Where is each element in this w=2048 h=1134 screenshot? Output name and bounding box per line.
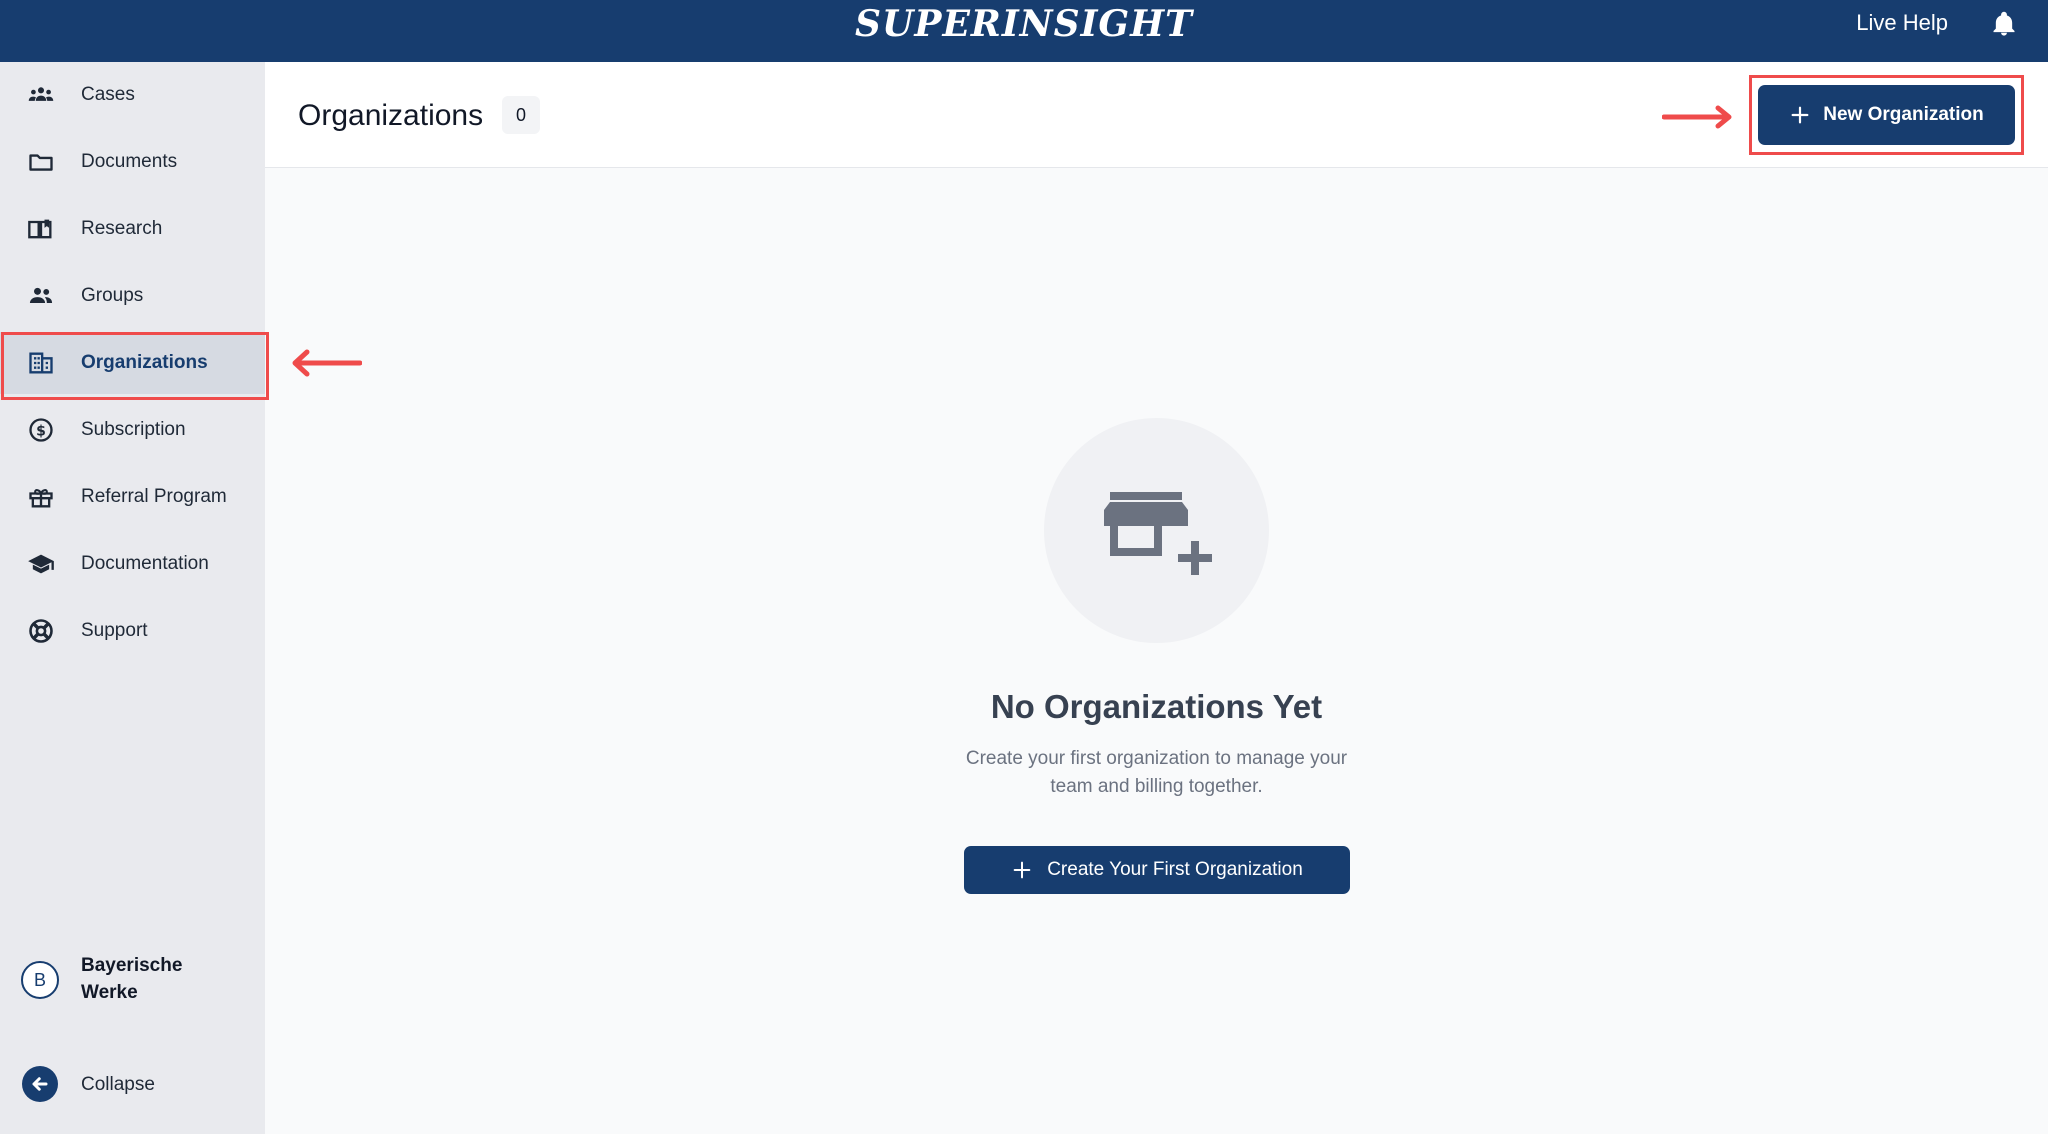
sidebar-item-documents[interactable]: Documents [0,131,265,193]
svg-text:$: $ [36,423,46,439]
sidebar-item-label: Documents [81,151,178,172]
create-first-organization-button[interactable]: Create Your First Organization [964,846,1350,894]
sidebar-item-label: Support [81,620,148,641]
account-name: Bayerische Werke [81,955,183,1003]
gift-icon [29,489,53,508]
account-switcher[interactable]: B Bayerische Werke [20,946,260,1010]
sidebar-item-groups[interactable]: Groups [0,265,265,327]
sidebar-item-label: Research [81,218,163,239]
sidebar-item-label: Referral Program [81,486,227,507]
sidebar-item-label: Cases [81,84,135,105]
store-add-icon [1104,492,1212,575]
empty-state-description: Create your first organization to manage… [965,748,1348,797]
sidebar-item-label: Groups [81,285,144,306]
sidebar-item-research[interactable]: Research [0,198,265,260]
sidebar-item-label: Subscription [81,419,186,440]
lifebuoy-icon [29,619,53,643]
brand-logo[interactable]: SUPERINSIGHT [0,2,2048,46]
people-group-icon [28,87,54,101]
sidebar-item-subscription[interactable]: $ Subscription [0,399,265,461]
group-icon [29,287,53,303]
open-book-icon [28,219,52,239]
sidebar-item-referral-program[interactable]: Referral Program [0,466,265,528]
sidebar-item-label: Documentation [81,553,209,574]
plus-icon [1013,861,1031,879]
live-help-link[interactable]: Live Help [1856,0,1948,46]
sidebar-item-support[interactable]: Support [0,600,265,662]
annotation-arrow-right-icon [1662,105,1732,129]
sidebar-item-organizations[interactable]: Organizations [0,332,269,400]
collapse-sidebar-button[interactable]: Collapse [20,1062,260,1106]
page-title: Organizations [298,99,484,132]
graduation-cap-icon [28,554,54,574]
collapse-button-circle [22,1066,58,1102]
sidebar-item-documentation[interactable]: Documentation [0,533,265,595]
dollar-circle-icon: $ [29,418,53,442]
arrow-left-icon [32,1077,48,1091]
collapse-label: Collapse [81,1074,155,1095]
page-header: Organizations 0 New Organization [265,62,2048,168]
create-first-organization-label: Create Your First Organization [1047,859,1303,880]
annotation-highlight-box [1749,75,2024,155]
empty-state-title: No Organizations Yet [990,688,1323,725]
avatar: B [21,961,59,999]
building-icon [29,352,53,374]
bell-icon[interactable] [1990,10,2018,38]
count-badge: 0 [502,96,540,134]
sidebar-item-cases[interactable]: Cases [0,64,265,126]
folder-icon [29,154,53,171]
annotation-arrow-left-icon [292,349,362,377]
top-bar: SUPERINSIGHT Live Help [0,0,2048,62]
sidebar-item-label: Organizations [81,352,208,373]
